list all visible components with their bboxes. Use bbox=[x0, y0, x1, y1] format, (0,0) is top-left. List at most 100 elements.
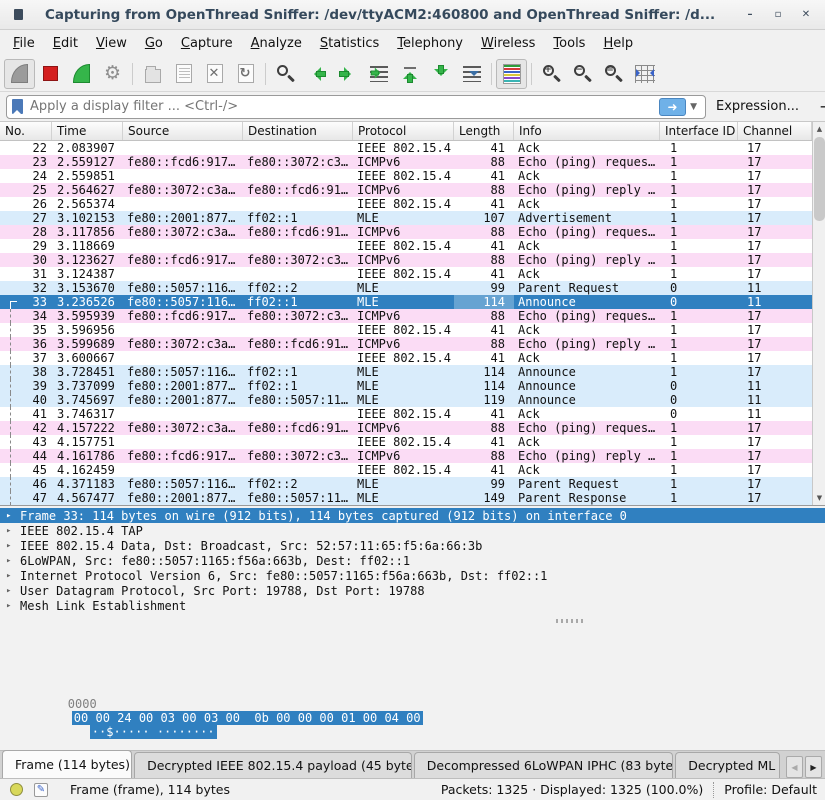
open-file-button[interactable] bbox=[137, 59, 168, 89]
menu-item[interactable]: Help bbox=[594, 33, 642, 54]
packet-row[interactable]: 30 3.123627 fe80::fcd6:917… fe80::3072:c… bbox=[0, 253, 812, 267]
start-capture-button[interactable] bbox=[4, 59, 35, 89]
menu-item[interactable]: Capture bbox=[172, 33, 242, 54]
packet-row[interactable]: 41 3.746317 IEEE 802.15.4 41 Ack 0 11 bbox=[0, 407, 812, 421]
packet-row[interactable]: 43 4.157751 IEEE 802.15.4 41 Ack 1 17 bbox=[0, 435, 812, 449]
col-header-protocol[interactable]: Protocol bbox=[353, 122, 454, 140]
hex-row[interactable]: 0000 00 00 24 00 03 00 03 00 0b 00 00 00… bbox=[10, 683, 423, 697]
go-to-packet-button[interactable] bbox=[363, 59, 394, 89]
expand-triangle-icon[interactable]: ▸ bbox=[6, 541, 20, 551]
packet-row[interactable]: 42 4.157222 fe80::3072:c3a… fe80::fcd6:9… bbox=[0, 421, 812, 435]
packet-row[interactable]: 34 3.595939 fe80::fcd6:917… fe80::3072:c… bbox=[0, 309, 812, 323]
go-to-top-button[interactable] bbox=[394, 59, 425, 89]
display-filter-input[interactable] bbox=[30, 99, 659, 114]
go-forward-button[interactable] bbox=[332, 59, 363, 89]
tab-scroll-right-icon[interactable]: ▶ bbox=[805, 756, 822, 778]
close-button[interactable]: ✕ bbox=[799, 8, 813, 22]
status-profile[interactable]: Profile: Default bbox=[724, 782, 825, 797]
scrollbar-thumb[interactable] bbox=[814, 137, 825, 221]
tab-scroll-left-icon[interactable]: ◀ bbox=[786, 756, 803, 778]
minimize-button[interactable]: – bbox=[743, 8, 757, 22]
stop-capture-button[interactable] bbox=[35, 59, 66, 89]
resize-columns-button[interactable] bbox=[629, 59, 660, 89]
packet-row[interactable]: 37 3.600667 IEEE 802.15.4 41 Ack 1 17 bbox=[0, 351, 812, 365]
capture-options-button[interactable]: ⚙ bbox=[97, 59, 128, 89]
scrollbar-up-icon[interactable]: ▲ bbox=[813, 122, 825, 136]
menu-item[interactable]: Tools bbox=[544, 33, 594, 54]
packet-row[interactable]: 31 3.124387 IEEE 802.15.4 41 Ack 1 17 bbox=[0, 267, 812, 281]
packet-row[interactable]: 40 3.745697 fe80::2001:877… fe80::5057:1… bbox=[0, 393, 812, 407]
menu-item[interactable]: Wireless bbox=[472, 33, 544, 54]
packet-row[interactable]: 44 4.161786 fe80::fcd6:917… fe80::3072:c… bbox=[0, 449, 812, 463]
capture-comment-icon[interactable]: ✎ bbox=[34, 783, 48, 797]
expand-triangle-icon[interactable]: ▸ bbox=[6, 556, 20, 566]
expert-info-icon[interactable] bbox=[10, 783, 23, 796]
expand-triangle-icon[interactable]: ▸ bbox=[6, 586, 20, 596]
filter-history-caret-icon[interactable]: ▼ bbox=[690, 102, 697, 112]
packet-row[interactable]: 33 3.236526 fe80::5057:116… ff02::1 MLE … bbox=[0, 295, 812, 309]
expand-triangle-icon[interactable]: ▸ bbox=[6, 526, 20, 536]
detail-line[interactable]: ▸ Frame 33: 114 bytes on wire (912 bits)… bbox=[0, 508, 825, 523]
detail-line[interactable]: ▸ 6LoWPAN, Src: fe80::5057:1165:f56a:663… bbox=[0, 553, 825, 568]
col-header-source[interactable]: Source bbox=[123, 122, 243, 140]
hex-ascii[interactable]: ··$····· ········ bbox=[90, 725, 217, 739]
packet-row[interactable]: 46 4.371183 fe80::5057:116… ff02::2 MLE … bbox=[0, 477, 812, 491]
byte-view-tab[interactable]: Decrypted ML bbox=[675, 752, 780, 778]
go-to-bottom-button[interactable] bbox=[425, 59, 456, 89]
reload-file-button[interactable]: ↻ bbox=[230, 59, 261, 89]
scrollbar-down-icon[interactable]: ▼ bbox=[813, 491, 825, 505]
detail-line[interactable]: ▸ IEEE 802.15.4 Data, Dst: Broadcast, Sr… bbox=[0, 538, 825, 553]
apply-filter-button[interactable]: ➜ bbox=[659, 98, 686, 116]
expand-triangle-icon[interactable]: ▸ bbox=[6, 571, 20, 581]
packet-row[interactable]: 29 3.118669 IEEE 802.15.4 41 Ack 1 17 bbox=[0, 239, 812, 253]
col-header-length[interactable]: Length bbox=[454, 122, 514, 140]
expand-triangle-icon[interactable]: ▸ bbox=[6, 511, 20, 521]
packet-list-scrollbar[interactable]: ▲ ▼ bbox=[812, 122, 825, 505]
menu-item[interactable]: Statistics bbox=[311, 33, 388, 54]
menu-item[interactable]: View bbox=[87, 33, 136, 54]
menu-item[interactable]: File bbox=[4, 33, 44, 54]
packet-row[interactable]: 22 2.083907 IEEE 802.15.4 41 Ack 1 17 bbox=[0, 141, 812, 155]
col-header-destination[interactable]: Destination bbox=[243, 122, 353, 140]
expression-button[interactable]: Expression... bbox=[716, 99, 799, 114]
expand-triangle-icon[interactable]: ▸ bbox=[6, 601, 20, 611]
packet-row[interactable]: 45 4.162459 IEEE 802.15.4 41 Ack 1 17 bbox=[0, 463, 812, 477]
packet-row[interactable]: 39 3.737099 fe80::2001:877… ff02::1 MLE … bbox=[0, 379, 812, 393]
menu-item[interactable]: Telephony bbox=[388, 33, 472, 54]
filter-bookmark-icon[interactable] bbox=[12, 99, 23, 114]
byte-view-tab[interactable]: Decrypted IEEE 802.15.4 payload (45 byte… bbox=[134, 752, 412, 778]
packet-row[interactable]: 28 3.117856 fe80::3072:c3a… fe80::fcd6:9… bbox=[0, 225, 812, 239]
packet-row[interactable]: 38 3.728451 fe80::5057:116… ff02::1 MLE … bbox=[0, 365, 812, 379]
find-packet-button[interactable] bbox=[270, 59, 301, 89]
add-filter-button[interactable]: + bbox=[819, 97, 825, 116]
menu-item[interactable]: Edit bbox=[44, 33, 87, 54]
packet-row[interactable]: 32 3.153670 fe80::5057:116… ff02::2 MLE … bbox=[0, 281, 812, 295]
colorize-packets-button[interactable] bbox=[496, 59, 527, 89]
maximize-button[interactable]: ▫ bbox=[771, 8, 785, 22]
col-header-time[interactable]: Time bbox=[52, 122, 123, 140]
menu-item[interactable]: Go bbox=[136, 33, 172, 54]
detail-line[interactable]: ▸ Internet Protocol Version 6, Src: fe80… bbox=[0, 568, 825, 583]
zoom-reset-button[interactable]: = bbox=[598, 59, 629, 89]
packet-row[interactable]: 27 3.102153 fe80::2001:877… ff02::1 MLE … bbox=[0, 211, 812, 225]
packet-row[interactable]: 24 2.559851 IEEE 802.15.4 41 Ack 1 17 bbox=[0, 169, 812, 183]
packet-row[interactable]: 36 3.599689 fe80::3072:c3a… fe80::fcd6:9… bbox=[0, 337, 812, 351]
byte-view-tab[interactable]: Frame (114 bytes) bbox=[2, 750, 132, 778]
packet-row[interactable]: 26 2.565374 IEEE 802.15.4 41 Ack 1 17 bbox=[0, 197, 812, 211]
menu-item[interactable]: Analyze bbox=[242, 33, 311, 54]
detail-line[interactable]: ▸ IEEE 802.15.4 TAP bbox=[0, 523, 825, 538]
detail-line[interactable]: ▸ Mesh Link Establishment bbox=[0, 598, 825, 613]
splitter-handle[interactable] bbox=[556, 619, 586, 623]
close-capture-button[interactable]: ✕ bbox=[199, 59, 230, 89]
packet-row[interactable]: 35 3.596956 IEEE 802.15.4 41 Ack 1 17 bbox=[0, 323, 812, 337]
go-back-button[interactable] bbox=[301, 59, 332, 89]
restart-capture-button[interactable] bbox=[66, 59, 97, 89]
packet-row[interactable]: 47 4.567477 fe80::2001:877… fe80::5057:1… bbox=[0, 491, 812, 505]
col-header-info[interactable]: Info bbox=[514, 122, 660, 140]
byte-view-tab[interactable]: Decompressed 6LoWPAN IPHC (83 bytes) bbox=[414, 752, 674, 778]
packet-row[interactable]: 25 2.564627 fe80::3072:c3a… fe80::fcd6:9… bbox=[0, 183, 812, 197]
zoom-out-button[interactable]: − bbox=[567, 59, 598, 89]
save-file-button[interactable] bbox=[168, 59, 199, 89]
col-header-interface-id[interactable]: Interface ID bbox=[660, 122, 738, 140]
zoom-in-button[interactable]: + bbox=[536, 59, 567, 89]
